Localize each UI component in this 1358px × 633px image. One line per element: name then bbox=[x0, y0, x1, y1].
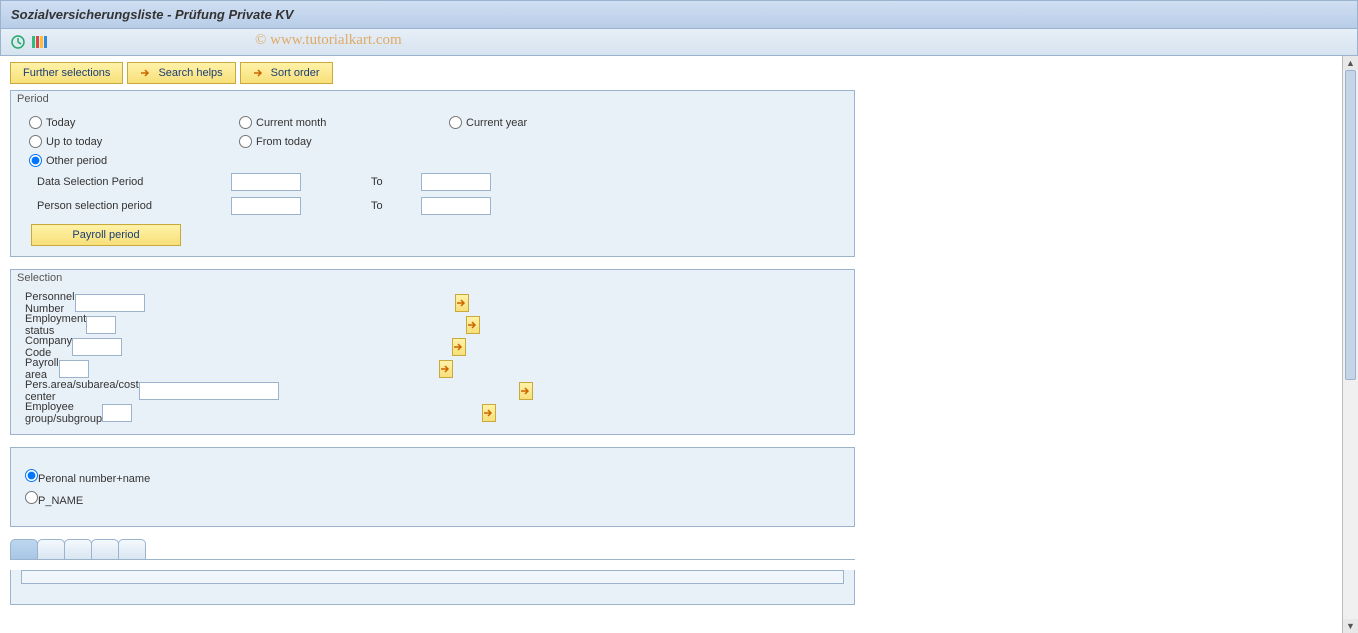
tab-4[interactable] bbox=[91, 539, 119, 559]
multiple-selection-button[interactable] bbox=[482, 404, 496, 422]
output-groupbox: Peronal number+name P_NAME bbox=[10, 447, 855, 527]
tabstrip bbox=[10, 539, 855, 605]
selection-label: Pers.area/subarea/cost center bbox=[21, 379, 139, 403]
multiple-selection-button[interactable] bbox=[452, 338, 466, 356]
selection-input[interactable] bbox=[75, 294, 145, 312]
arrow-right-icon bbox=[253, 68, 265, 78]
variant-icon[interactable] bbox=[31, 33, 49, 51]
arrow-right-icon bbox=[140, 68, 152, 78]
vertical-scrollbar[interactable]: ▲ ▼ bbox=[1342, 56, 1358, 633]
selection-input[interactable] bbox=[139, 382, 279, 400]
person-selection-period-label: Person selection period bbox=[21, 200, 231, 212]
radio-label: Today bbox=[46, 117, 75, 129]
main-content: Further selections Search helps Sort ord… bbox=[0, 56, 1320, 631]
selection-row: Employee group/subgroup bbox=[21, 402, 844, 424]
radio-label: Other period bbox=[46, 155, 107, 167]
window-title: Sozialversicherungsliste - Prüfung Priva… bbox=[0, 0, 1358, 29]
radio-other-period[interactable]: Other period bbox=[29, 154, 179, 167]
multiple-selection-button[interactable] bbox=[519, 382, 533, 400]
radio-current-year[interactable]: Current year bbox=[449, 116, 599, 129]
radio-label: From today bbox=[256, 136, 312, 148]
tab-panel bbox=[10, 570, 855, 605]
btn-label: Search helps bbox=[158, 67, 222, 79]
search-helps-button[interactable]: Search helps bbox=[127, 62, 235, 84]
btn-label: Sort order bbox=[271, 67, 320, 79]
person-selection-to-input[interactable] bbox=[421, 197, 491, 215]
selection-row: Employment status bbox=[21, 314, 844, 336]
radio-label: Up to today bbox=[46, 136, 102, 148]
selection-row: Personnel Number bbox=[21, 292, 844, 314]
multiple-selection-button[interactable] bbox=[455, 294, 469, 312]
tab-1[interactable] bbox=[10, 539, 38, 559]
selection-row: Pers.area/subarea/cost center bbox=[21, 380, 844, 402]
radio-p-name[interactable]: P_NAME bbox=[25, 488, 844, 510]
app-toolbar bbox=[0, 29, 1358, 56]
period-groupbox: Period Today Current month Current year … bbox=[10, 90, 855, 257]
multiple-selection-button[interactable] bbox=[439, 360, 453, 378]
radio-personal-number-name[interactable]: Peronal number+name bbox=[25, 466, 844, 488]
radio-label: Current year bbox=[466, 117, 527, 129]
window-title-text: Sozialversicherungsliste - Prüfung Priva… bbox=[11, 7, 293, 22]
radio-today[interactable]: Today bbox=[29, 116, 179, 129]
execute-icon[interactable] bbox=[9, 33, 27, 51]
further-selections-button[interactable]: Further selections bbox=[10, 62, 123, 84]
data-selection-from-input[interactable] bbox=[231, 173, 301, 191]
radio-label: Current month bbox=[256, 117, 326, 129]
radio-label: Peronal number+name bbox=[38, 473, 150, 485]
selection-label: Employment status bbox=[21, 313, 86, 337]
btn-label: Payroll period bbox=[72, 229, 139, 241]
selection-input[interactable] bbox=[59, 360, 89, 378]
payroll-period-button[interactable]: Payroll period bbox=[31, 224, 181, 246]
selection-input[interactable] bbox=[72, 338, 122, 356]
scroll-down-icon[interactable]: ▼ bbox=[1344, 619, 1358, 633]
person-selection-from-input[interactable] bbox=[231, 197, 301, 215]
selection-groupbox: Selection Personnel NumberEmployment sta… bbox=[10, 269, 855, 435]
sort-order-button[interactable]: Sort order bbox=[240, 62, 333, 84]
period-legend: Period bbox=[11, 91, 854, 107]
selection-row: Company Code bbox=[21, 336, 844, 358]
tab-2[interactable] bbox=[37, 539, 65, 559]
radio-up-to-today[interactable]: Up to today bbox=[29, 135, 179, 148]
selection-input[interactable] bbox=[102, 404, 132, 422]
selection-label: Payroll area bbox=[21, 357, 59, 381]
scrollbar-track[interactable] bbox=[1343, 70, 1358, 619]
selection-label: Employee group/subgroup bbox=[21, 401, 102, 425]
selection-label: Company Code bbox=[21, 335, 72, 359]
multiple-selection-button[interactable] bbox=[466, 316, 480, 334]
tab-3[interactable] bbox=[64, 539, 92, 559]
tab-5[interactable] bbox=[118, 539, 146, 559]
btn-label: Further selections bbox=[23, 67, 110, 79]
to-label: To bbox=[371, 200, 421, 212]
scroll-up-icon[interactable]: ▲ bbox=[1344, 56, 1358, 70]
selection-input[interactable] bbox=[86, 316, 116, 334]
selection-row: Payroll area bbox=[21, 358, 844, 380]
radio-label: P_NAME bbox=[38, 495, 83, 507]
selection-legend: Selection bbox=[11, 270, 854, 286]
selection-label: Personnel Number bbox=[21, 291, 75, 315]
data-selection-period-label: Data Selection Period bbox=[21, 176, 231, 188]
radio-current-month[interactable]: Current month bbox=[239, 116, 389, 129]
scrollbar-thumb[interactable] bbox=[1345, 70, 1356, 380]
selection-buttons-row: Further selections Search helps Sort ord… bbox=[10, 62, 1320, 84]
radio-from-today[interactable]: From today bbox=[239, 135, 389, 148]
data-selection-to-input[interactable] bbox=[421, 173, 491, 191]
to-label: To bbox=[371, 176, 421, 188]
